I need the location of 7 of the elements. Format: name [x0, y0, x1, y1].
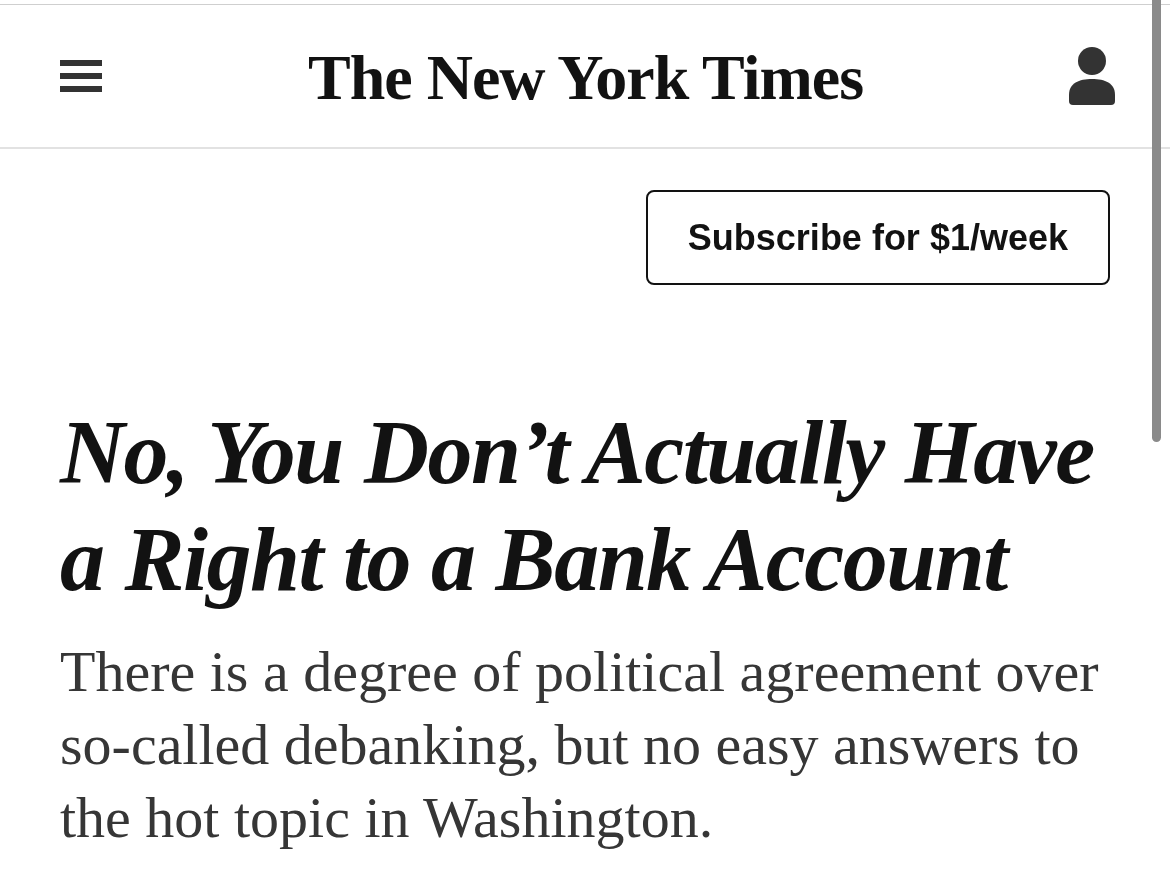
- account-icon[interactable]: [1069, 47, 1115, 105]
- masthead-logo[interactable]: The New York Times: [307, 42, 864, 110]
- menu-icon[interactable]: [60, 60, 102, 92]
- article-headline: No, You Don’t Actually Have a Right to a Bank Account: [60, 402, 1095, 611]
- article-summary: There is a degree of political agreement over so-called debanking, but no easy answers to the hot topic in Washington.: [60, 638, 1100, 852]
- scrollbar-thumb[interactable]: [1152, 0, 1161, 442]
- subscribe-button[interactable]: Subscribe for $1/week: [645, 190, 1110, 285]
